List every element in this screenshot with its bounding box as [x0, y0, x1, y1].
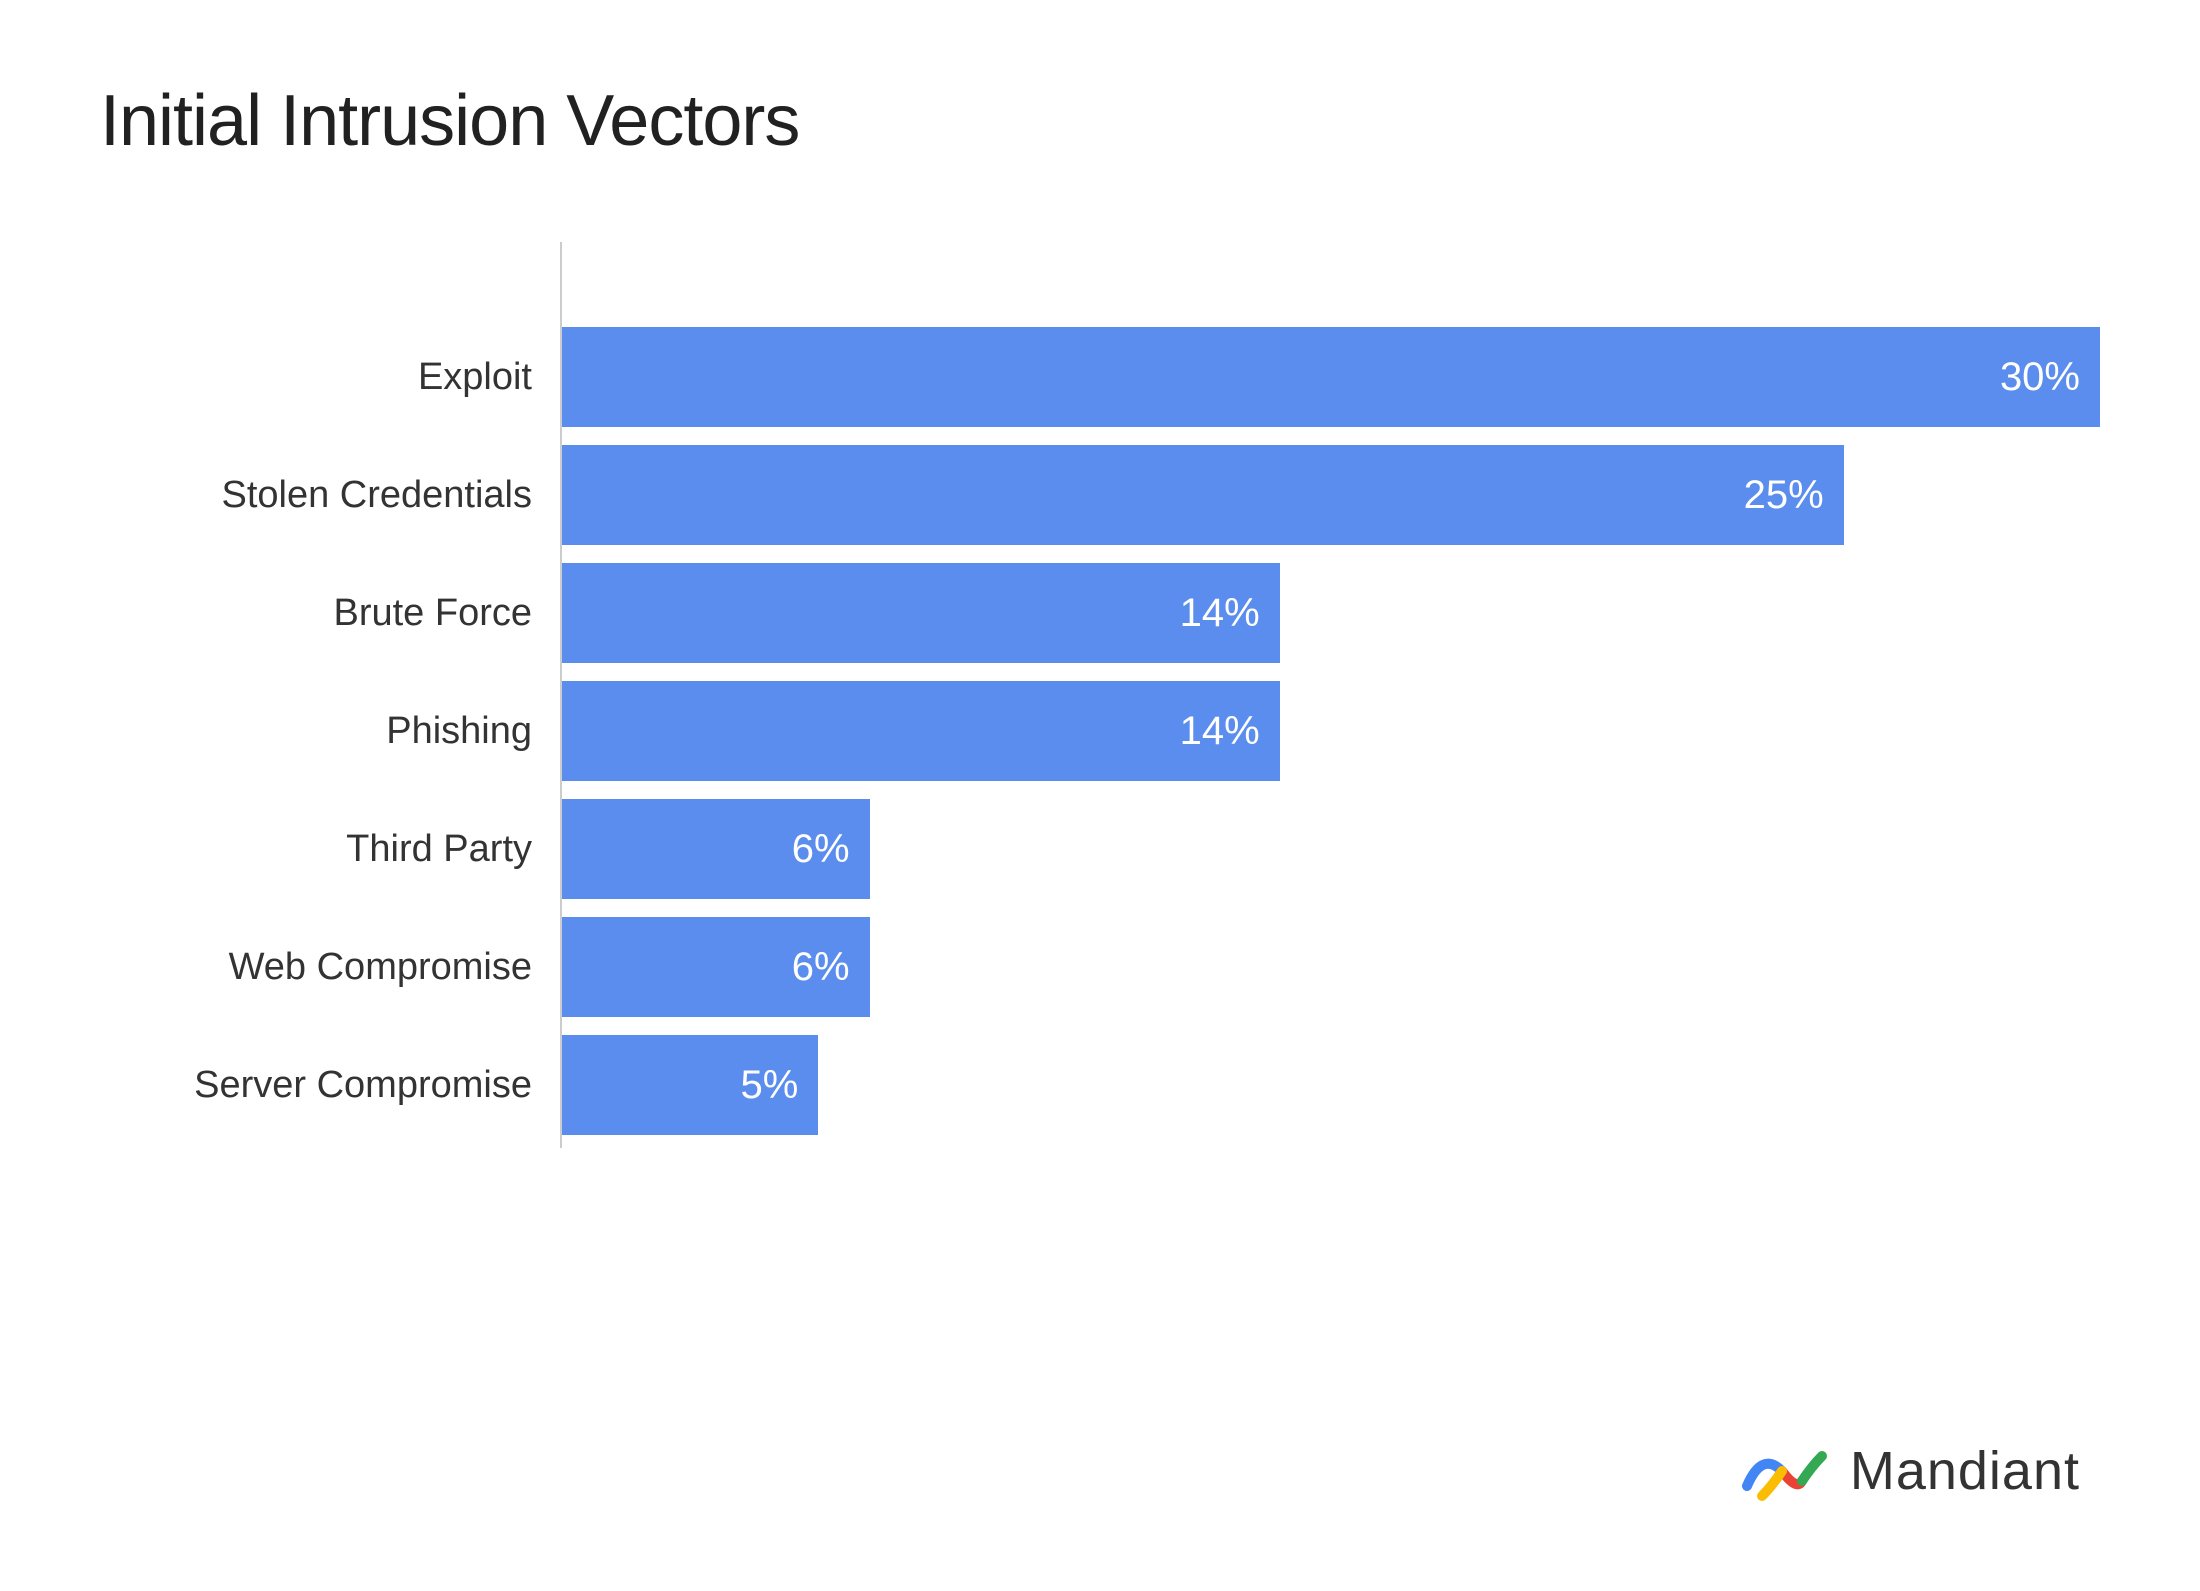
bar-fill: 30%	[562, 327, 2100, 427]
bar-track: 6%	[562, 917, 2100, 1017]
bar-fill: 6%	[562, 799, 870, 899]
bar-fill: 6%	[562, 917, 870, 1017]
chart-area: Exploit30%Stolen Credentials25%Brute For…	[100, 242, 2100, 1148]
bar-label: Web Compromise	[142, 946, 562, 989]
bar-fill: 14%	[562, 563, 1280, 663]
bar-track: 14%	[562, 563, 2100, 663]
bar-value: 5%	[741, 1063, 799, 1108]
bar-value: 14%	[1180, 709, 1260, 754]
bar-value: 6%	[792, 827, 850, 872]
bar-label: Phishing	[142, 710, 562, 753]
bar-track: 25%	[562, 445, 2100, 545]
bar-row: Brute Force14%	[562, 558, 2100, 668]
bar-row: Stolen Credentials25%	[562, 440, 2100, 550]
bar-row: Web Compromise6%	[562, 912, 2100, 1022]
bar-row: Exploit30%	[562, 322, 2100, 432]
bar-label: Third Party	[142, 828, 562, 871]
bar-track: 6%	[562, 799, 2100, 899]
bar-row: Server Compromise5%	[562, 1030, 2100, 1140]
bar-label: Stolen Credentials	[142, 474, 562, 517]
bars-wrapper: Exploit30%Stolen Credentials25%Brute For…	[562, 242, 2100, 1148]
chart-inner: Exploit30%Stolen Credentials25%Brute For…	[560, 242, 2100, 1148]
bar-label: Server Compromise	[142, 1064, 562, 1107]
bar-track: 14%	[562, 681, 2100, 781]
bar-label: Exploit	[142, 356, 562, 399]
bar-fill: 5%	[562, 1035, 818, 1135]
bar-value: 14%	[1180, 591, 1260, 636]
bar-value: 6%	[792, 945, 850, 990]
mandiant-logo-text: Mandiant	[1850, 1440, 2080, 1502]
page-container: Initial Intrusion Vectors Exploit30%Stol…	[0, 0, 2200, 1591]
mandiant-logo-icon	[1742, 1431, 1832, 1511]
bar-label: Brute Force	[142, 592, 562, 635]
bar-value: 30%	[2000, 355, 2080, 400]
bar-row: Phishing14%	[562, 676, 2100, 786]
bar-fill: 14%	[562, 681, 1280, 781]
bar-track: 5%	[562, 1035, 2100, 1135]
bar-track: 30%	[562, 327, 2100, 427]
bar-fill: 25%	[562, 445, 1844, 545]
mandiant-logo: Mandiant	[1742, 1431, 2080, 1511]
bar-row: Third Party6%	[562, 794, 2100, 904]
page-title: Initial Intrusion Vectors	[100, 80, 2100, 162]
bar-value: 25%	[1744, 473, 1824, 518]
